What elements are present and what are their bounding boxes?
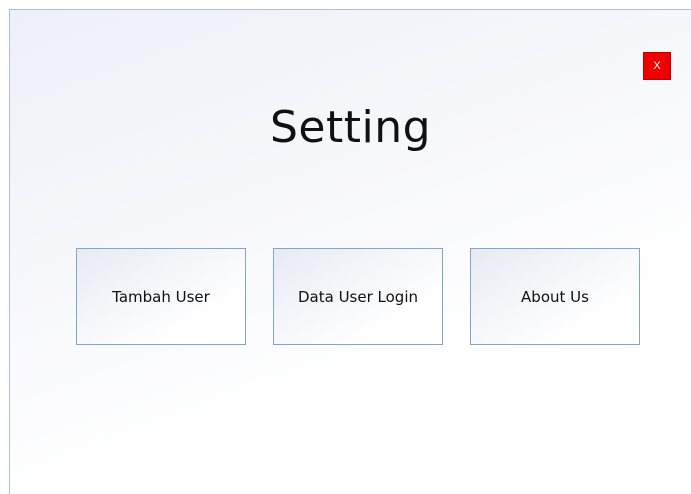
data-user-login-button[interactable]: Data User Login	[273, 248, 443, 345]
page-title: Setting	[269, 102, 432, 153]
about-us-label: About Us	[521, 287, 589, 306]
tambah-user-label: Tambah User	[112, 287, 210, 306]
close-button[interactable]: X	[643, 52, 671, 80]
data-user-login-label: Data User Login	[297, 287, 418, 306]
tambah-user-button[interactable]: Tambah User	[76, 248, 246, 345]
about-us-button[interactable]: About Us	[470, 248, 640, 345]
settings-window: X Setting Tambah User Data User Login Ab…	[9, 9, 691, 494]
